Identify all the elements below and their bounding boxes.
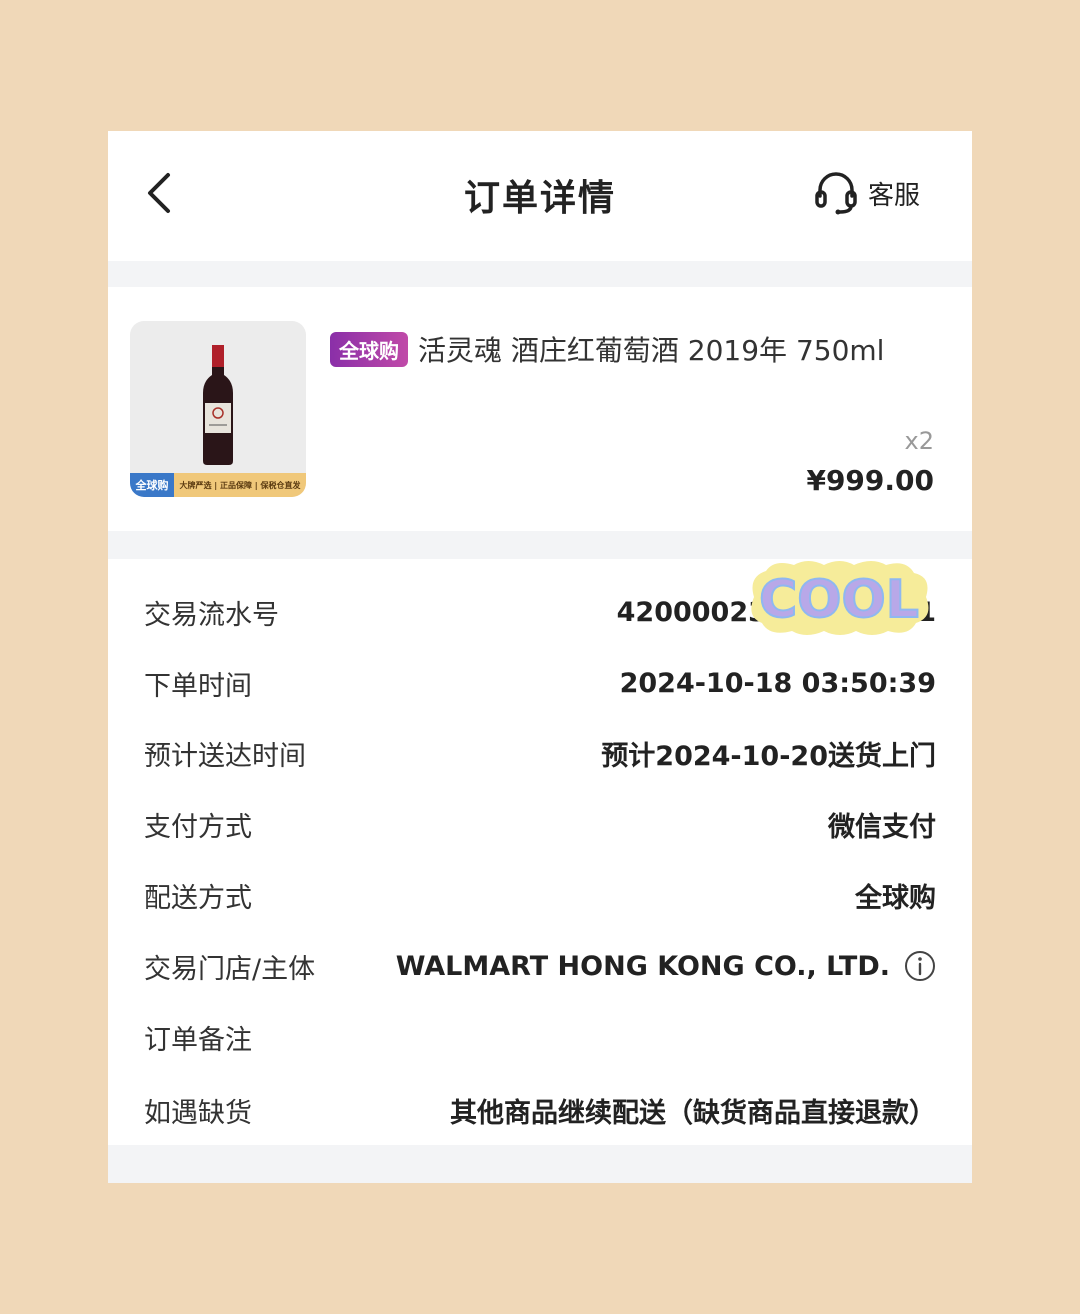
info-icon[interactable] — [904, 950, 936, 982]
header-bar: 订单详情 客服 — [108, 131, 972, 261]
row-label: 预计送达时间 — [144, 740, 306, 772]
row-value-wrap: WALMART HONG KONG CO., LTD. — [396, 950, 936, 982]
row-value: 2024-10-18 03:50:39 — [619, 667, 936, 699]
row-value: 其他商品继续配送（缺货商品直接退款） — [450, 1097, 936, 1129]
row-value: 微信支付 — [828, 811, 936, 843]
row-estimated-delivery: 预计送达时间 预计2024-10-20送货上门 — [144, 728, 936, 778]
headset-icon — [815, 172, 857, 215]
row-delivery-method: 配送方式 全球购 — [144, 870, 936, 920]
product-item[interactable]: 全球购 大牌严选 | 正品保障 | 保税仓直发 全球购 活灵魂 酒庄红葡萄酒 2… — [108, 287, 972, 531]
row-order-remark: 订单备注 — [144, 1012, 936, 1062]
row-store-entity: 交易门店/主体 WALMART HONG KONG CO., LTD. — [144, 941, 936, 991]
product-thumbnail[interactable]: 全球购 大牌严选 | 正品保障 | 保税仓直发 — [130, 321, 306, 497]
row-out-of-stock: 如遇缺货 其他商品继续配送（缺货商品直接退款） — [144, 1085, 936, 1135]
row-label: 配送方式 — [144, 882, 252, 914]
wine-bottle-image — [203, 345, 233, 465]
row-label: 交易流水号 — [144, 599, 279, 631]
row-label: 交易门店/主体 — [144, 953, 316, 985]
row-label: 支付方式 — [144, 811, 252, 843]
row-value: 全球购 — [855, 882, 936, 914]
cool-sticker: COOL — [744, 557, 934, 639]
row-label: 订单备注 — [144, 1024, 252, 1056]
product-quantity: x2 — [904, 427, 934, 455]
product-name: 活灵魂 酒庄红葡萄酒 2019年 750ml — [418, 334, 885, 367]
product-price: ¥999.00 — [806, 464, 934, 497]
sticker-text: COOL — [759, 570, 919, 630]
service-label: 客服 — [867, 180, 920, 211]
row-order-time: 下单时间 2024-10-18 03:50:39 — [144, 658, 936, 708]
order-info-section: 交易流水号 42000023702024101 下单时间 2024-10-18 … — [108, 559, 972, 1145]
row-value: WALMART HONG KONG CO., LTD. — [395, 950, 890, 982]
thumbnail-banner: 全球购 大牌严选 | 正品保障 | 保税仓直发 — [130, 473, 306, 497]
banner-global-label: 全球购 — [130, 473, 174, 497]
row-label: 下单时间 — [144, 670, 252, 702]
order-detail-card: 订单详情 客服 全球购 大牌严选 | 正品保障 | 保税仓直发 全球购 活灵魂 … — [108, 131, 972, 1183]
row-payment-method: 支付方式 微信支付 — [144, 799, 936, 849]
global-purchase-tag: 全球购 — [330, 331, 408, 367]
row-value: 预计2024-10-20送货上门 — [601, 740, 936, 772]
banner-slogan: 大牌严选 | 正品保障 | 保税仓直发 — [174, 473, 306, 497]
customer-service-button[interactable]: 客服 — [814, 167, 920, 219]
row-label: 如遇缺货 — [144, 1097, 252, 1129]
product-title[interactable]: 全球购 活灵魂 酒庄红葡萄酒 2019年 750ml — [330, 329, 942, 369]
